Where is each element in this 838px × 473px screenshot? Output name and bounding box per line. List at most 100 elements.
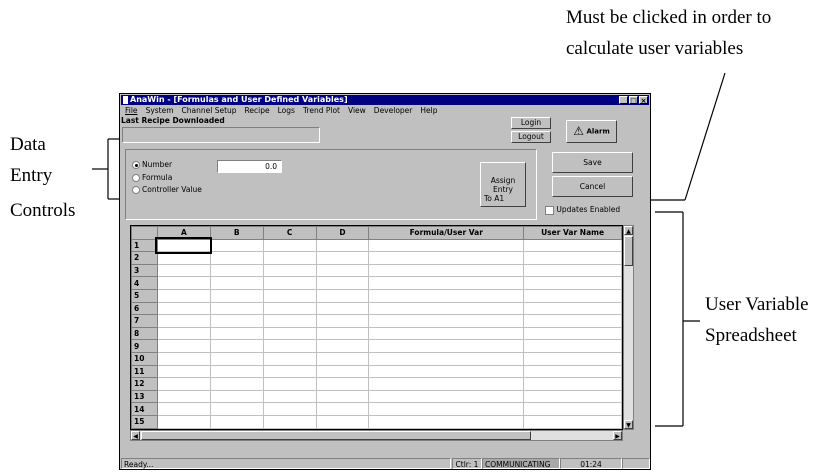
grid-cell[interactable] <box>209 276 264 290</box>
grid-cell[interactable] <box>523 238 622 253</box>
menu-recipe[interactable]: Recipe <box>245 106 270 115</box>
grid-cell[interactable] <box>315 251 370 265</box>
menu-help[interactable]: Help <box>420 106 437 115</box>
grid-cell[interactable] <box>523 326 622 341</box>
grid-cell[interactable] <box>156 339 211 353</box>
grid-cell[interactable] <box>209 251 264 265</box>
row-header[interactable]: 13 <box>131 389 158 404</box>
grid-cell[interactable] <box>315 414 370 429</box>
grid-cell[interactable] <box>262 402 317 416</box>
grid-cell[interactable] <box>523 414 622 429</box>
scroll-right-icon[interactable]: ▶ <box>613 431 622 440</box>
row-header[interactable]: 1 <box>131 238 158 253</box>
column-header-formula[interactable]: Formula/User Var <box>368 226 525 240</box>
grid-cell[interactable] <box>523 251 622 265</box>
grid-cell[interactable] <box>315 339 370 353</box>
grid-cell[interactable] <box>523 314 622 328</box>
row-header[interactable]: 2 <box>131 251 158 265</box>
grid-cell[interactable] <box>523 276 622 290</box>
grid-cell[interactable] <box>156 263 211 278</box>
row-header[interactable]: 3 <box>131 263 158 278</box>
grid-cell[interactable] <box>209 402 264 416</box>
grid-cell[interactable] <box>368 238 525 253</box>
grid-cell[interactable] <box>368 339 525 353</box>
grid-cell[interactable] <box>315 351 370 366</box>
grid-cell[interactable] <box>368 251 525 265</box>
grid-cell[interactable] <box>315 288 370 303</box>
scroll-down-icon[interactable]: ▼ <box>624 420 633 429</box>
grid-cell[interactable] <box>262 351 317 366</box>
close-icon[interactable]: × <box>639 96 648 105</box>
grid-cell[interactable] <box>315 377 370 391</box>
grid-cell[interactable] <box>209 314 264 328</box>
row-header[interactable]: 7 <box>131 314 158 328</box>
scroll-left-icon[interactable]: ◀ <box>131 431 140 440</box>
menu-trend-plot[interactable]: Trend Plot <box>303 106 340 115</box>
corner-header[interactable] <box>131 226 158 240</box>
grid-cell[interactable] <box>368 326 525 341</box>
menu-system[interactable]: System <box>146 106 174 115</box>
row-header[interactable]: 4 <box>131 276 158 290</box>
grid-cell[interactable] <box>156 301 211 316</box>
minimize-icon[interactable]: _ <box>619 96 628 105</box>
grid-cell[interactable] <box>523 339 622 353</box>
login-button[interactable]: Login <box>511 117 551 129</box>
menu-file[interactable]: File <box>125 106 138 115</box>
row-header[interactable]: 11 <box>131 364 158 379</box>
row-header[interactable]: 9 <box>131 339 158 353</box>
grid-cell[interactable] <box>262 263 317 278</box>
grid-cell[interactable] <box>315 389 370 404</box>
grid-cell[interactable] <box>156 351 211 366</box>
grid-cell[interactable] <box>156 288 211 303</box>
menu-view[interactable]: View <box>348 106 366 115</box>
radio-formula[interactable]: Formula <box>132 173 172 182</box>
grid-cell[interactable] <box>315 364 370 379</box>
updates-enabled-checkbox[interactable]: Updates Enabled <box>545 205 620 215</box>
radio-controller-value[interactable]: Controller Value <box>132 185 202 194</box>
grid-cell[interactable] <box>368 276 525 290</box>
menu-channel-setup[interactable]: Channel Setup <box>182 106 237 115</box>
grid-cell[interactable] <box>523 402 622 416</box>
column-header-user-var-name[interactable]: User Var Name <box>523 226 622 240</box>
grid-cell[interactable] <box>368 351 525 366</box>
grid-cell[interactable] <box>209 377 264 391</box>
grid-cell[interactable] <box>156 414 211 429</box>
value-input[interactable]: 0.0 <box>217 160 282 173</box>
maximize-icon[interactable]: □ <box>629 96 638 105</box>
assign-entry-button[interactable]: Assign Entry To A1 <box>480 162 526 207</box>
cancel-button[interactable]: Cancel <box>552 176 633 197</box>
grid-cell[interactable] <box>262 339 317 353</box>
scroll-up-icon[interactable]: ▲ <box>624 226 633 235</box>
grid-cell[interactable] <box>156 402 211 416</box>
row-header[interactable]: 5 <box>131 288 158 303</box>
grid-cell[interactable] <box>523 301 622 316</box>
column-header-c[interactable]: C <box>262 226 317 240</box>
grid-cell[interactable] <box>523 288 622 303</box>
grid-cell[interactable] <box>315 314 370 328</box>
grid-cell[interactable] <box>368 364 525 379</box>
grid-cell[interactable] <box>156 389 211 404</box>
column-header-a[interactable]: A <box>156 226 211 240</box>
row-header[interactable]: 10 <box>131 351 158 366</box>
logout-button[interactable]: Logout <box>511 131 551 143</box>
grid-cell[interactable] <box>209 389 264 404</box>
grid-cell[interactable] <box>315 238 370 253</box>
grid-cell[interactable] <box>315 402 370 416</box>
grid-cell[interactable] <box>368 263 525 278</box>
grid-cell[interactable] <box>368 377 525 391</box>
grid-cell[interactable] <box>262 251 317 265</box>
grid-cell[interactable] <box>156 251 211 265</box>
grid-cell[interactable] <box>368 314 525 328</box>
grid-cell[interactable] <box>262 301 317 316</box>
grid-cell[interactable] <box>209 288 264 303</box>
grid-cell[interactable] <box>523 389 622 404</box>
grid-cell[interactable] <box>209 301 264 316</box>
grid-cell[interactable] <box>315 326 370 341</box>
menu-logs[interactable]: Logs <box>278 106 295 115</box>
grid-cell[interactable] <box>523 263 622 278</box>
grid-cell[interactable] <box>368 402 525 416</box>
grid-cell[interactable] <box>209 364 264 379</box>
row-header[interactable]: 15 <box>131 414 158 429</box>
grid-cell[interactable] <box>262 238 317 253</box>
grid-cell[interactable] <box>368 288 525 303</box>
